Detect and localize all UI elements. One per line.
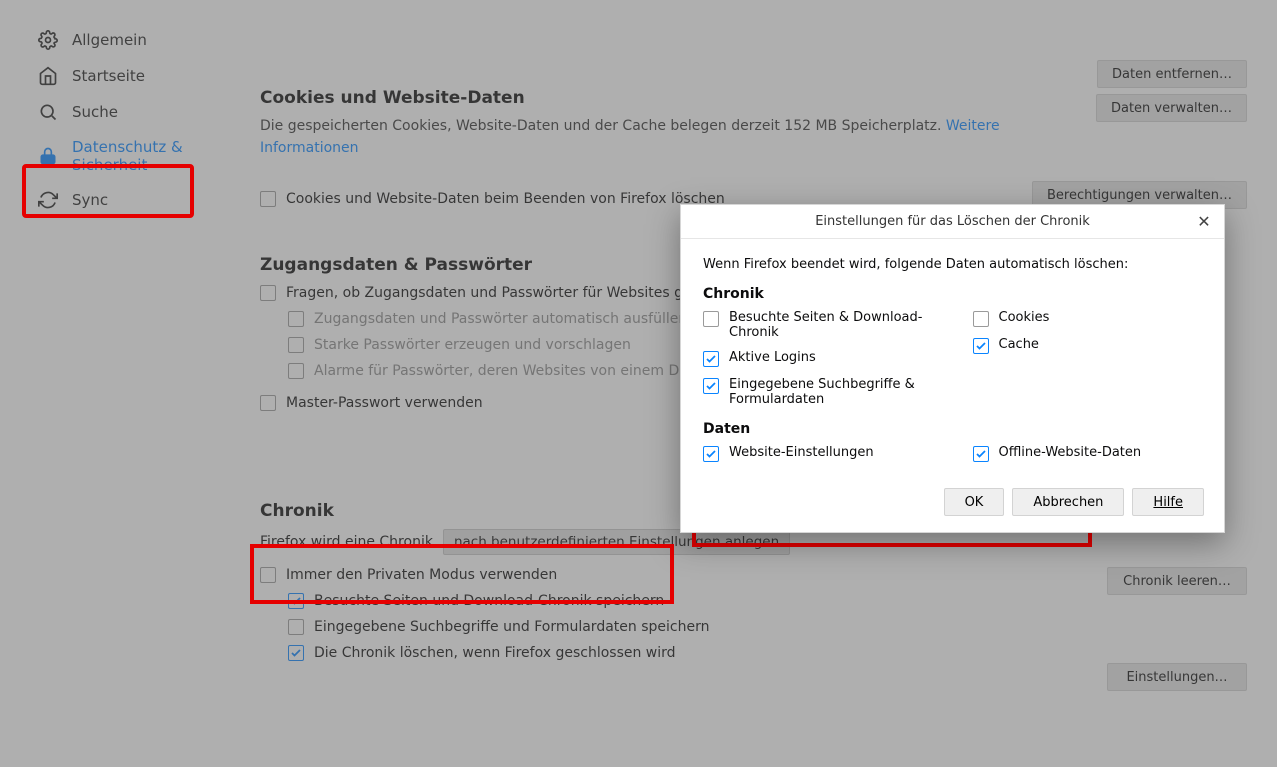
checkbox[interactable] bbox=[260, 567, 276, 583]
checkbox[interactable] bbox=[703, 311, 719, 327]
sidebar-item-search[interactable]: Suche bbox=[0, 94, 220, 130]
dialog-title: Einstellungen für das Löschen der Chroni… bbox=[815, 214, 1090, 229]
opt-clear-on-close[interactable]: Die Chronik löschen, wenn Firefox geschl… bbox=[288, 645, 1091, 661]
section-cookies-heading: Cookies und Website-Daten bbox=[260, 88, 1080, 108]
sidebar-label: Datenschutz & Sicherheit bbox=[72, 138, 220, 174]
checkbox-checked[interactable] bbox=[973, 446, 989, 462]
checkbox[interactable] bbox=[260, 285, 276, 301]
opt-active-logins[interactable]: Aktive Logins bbox=[703, 350, 933, 367]
opt-private-mode[interactable]: Immer den Privaten Modus verwenden bbox=[260, 567, 1091, 583]
opt-remember-history[interactable]: Besuchte Seiten und Download-Chronik spe… bbox=[288, 593, 1091, 609]
cookies-desc: Die gespeicherten Cookies, Website-Daten… bbox=[260, 116, 1080, 159]
sidebar-item-general[interactable]: Allgemein bbox=[0, 22, 220, 58]
home-icon bbox=[38, 66, 58, 86]
checkbox-checked[interactable] bbox=[703, 378, 719, 394]
chronik-label: Firefox wird eine Chronik bbox=[260, 534, 433, 550]
checkbox-checked[interactable] bbox=[288, 593, 304, 609]
btn-ok[interactable]: OK bbox=[944, 488, 1005, 516]
dialog-intro: Wenn Firefox beendet wird, folgende Date… bbox=[703, 257, 1202, 272]
sidebar-item-sync[interactable]: Sync bbox=[0, 182, 220, 218]
opt-remember-forms[interactable]: Eingegebene Suchbegriffe und Formulardat… bbox=[288, 619, 1091, 635]
opt-site-settings[interactable]: Website-Einstellungen bbox=[703, 445, 933, 462]
lock-icon bbox=[38, 146, 58, 166]
checkbox[interactable] bbox=[288, 619, 304, 635]
checkbox[interactable] bbox=[973, 311, 989, 327]
gear-icon bbox=[38, 30, 58, 50]
opt-visited-downloads[interactable]: Besuchte Seiten & Download-Chronik bbox=[703, 310, 933, 340]
checkbox[interactable] bbox=[260, 395, 276, 411]
close-icon[interactable]: ✕ bbox=[1194, 211, 1214, 231]
sidebar-label: Suche bbox=[72, 103, 118, 121]
checkbox-checked[interactable] bbox=[703, 351, 719, 367]
btn-manage-data[interactable]: Daten verwalten… bbox=[1096, 94, 1247, 122]
opt-form-data[interactable]: Eingegebene Suchbegriffe & Formulardaten bbox=[703, 377, 933, 407]
checkbox-checked[interactable] bbox=[973, 338, 989, 354]
btn-clear-data[interactable]: Daten entfernen… bbox=[1097, 60, 1247, 88]
opt-cookies[interactable]: Cookies bbox=[973, 310, 1203, 327]
checkbox-checked[interactable] bbox=[288, 645, 304, 661]
sidebar-item-home[interactable]: Startseite bbox=[0, 58, 220, 94]
checkbox-checked[interactable] bbox=[703, 446, 719, 462]
sidebar-label: Sync bbox=[72, 191, 108, 209]
btn-clear-history[interactable]: Chronik leeren… bbox=[1107, 567, 1247, 595]
sidebar-item-privacy[interactable]: Datenschutz & Sicherheit bbox=[0, 130, 220, 182]
btn-help[interactable]: Hilfe bbox=[1132, 488, 1204, 516]
chronik-mode-select[interactable]: nach benutzerdefinierten Einstellungen a… bbox=[443, 529, 790, 555]
checkbox[interactable] bbox=[288, 311, 304, 327]
checkbox[interactable] bbox=[288, 337, 304, 353]
opt-cache[interactable]: Cache bbox=[973, 337, 1203, 354]
search-icon bbox=[38, 102, 58, 122]
checkbox[interactable] bbox=[288, 363, 304, 379]
btn-cancel[interactable]: Abbrechen bbox=[1012, 488, 1124, 516]
dialog-subhead-daten: Daten bbox=[703, 421, 1202, 437]
dialog-subhead-chronik: Chronik bbox=[703, 286, 1202, 302]
sidebar: Allgemein Startseite Suche Datenschutz &… bbox=[0, 0, 220, 767]
checkbox[interactable] bbox=[260, 191, 276, 207]
opt-offline-data[interactable]: Offline-Website-Daten bbox=[973, 445, 1203, 462]
sidebar-label: Allgemein bbox=[72, 31, 147, 49]
dialog-clear-history-settings: Einstellungen für das Löschen der Chroni… bbox=[680, 204, 1225, 533]
btn-history-settings[interactable]: Einstellungen… bbox=[1107, 663, 1247, 691]
sync-icon bbox=[38, 190, 58, 210]
dialog-titlebar: Einstellungen für das Löschen der Chroni… bbox=[681, 205, 1224, 239]
sidebar-label: Startseite bbox=[72, 67, 145, 85]
